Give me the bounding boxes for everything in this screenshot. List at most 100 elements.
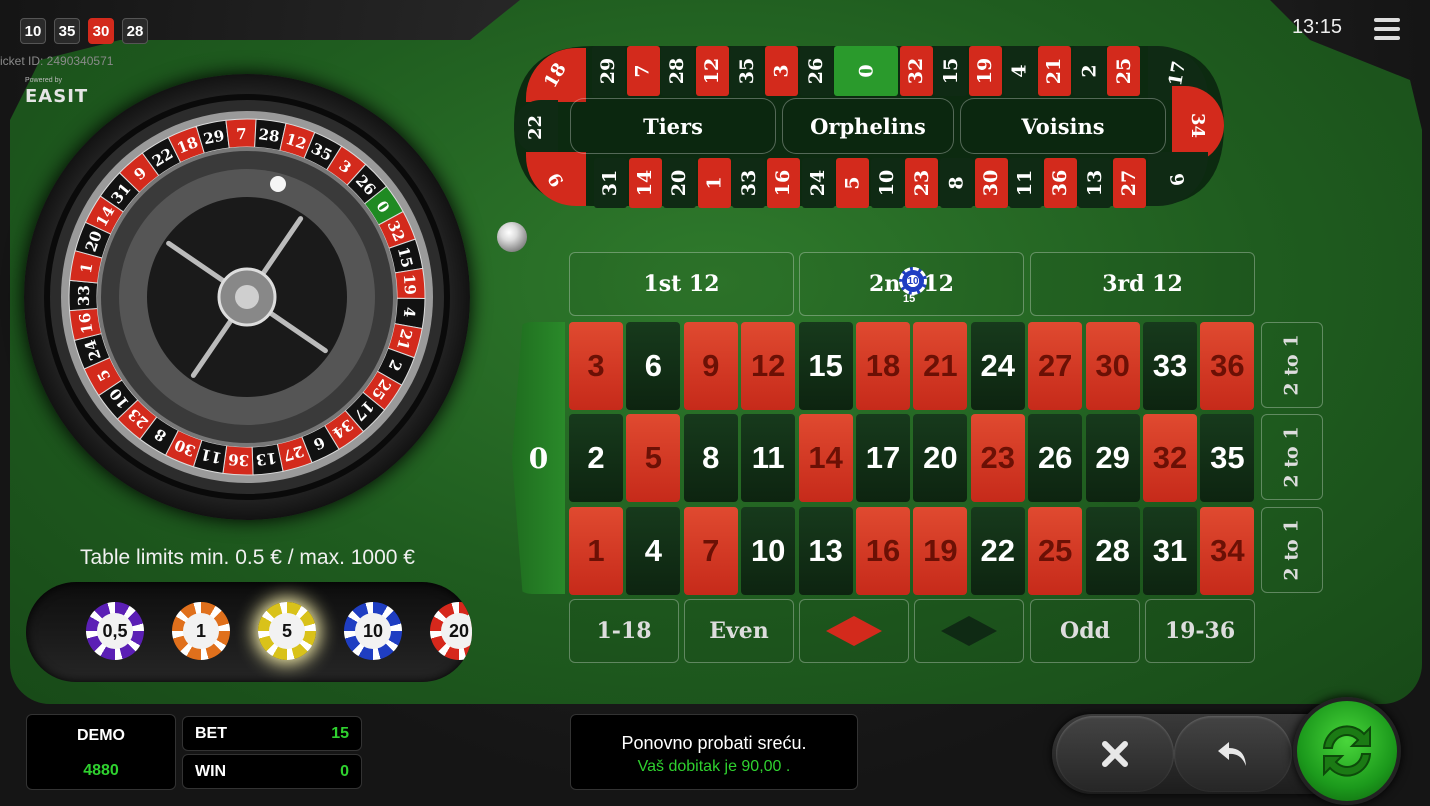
racetrack-number[interactable]: 29 bbox=[592, 46, 625, 96]
number-bet-13[interactable]: 13 bbox=[798, 507, 853, 595]
racetrack-number[interactable]: 23 bbox=[905, 158, 939, 208]
number-bet-31[interactable]: 31 bbox=[1143, 507, 1197, 595]
number-bet-6[interactable]: 6 bbox=[626, 322, 681, 410]
number-bet-33[interactable]: 33 bbox=[1143, 322, 1197, 410]
number-bet-8[interactable]: 8 bbox=[683, 414, 738, 502]
racetrack-number[interactable]: 20 bbox=[663, 158, 697, 208]
column-bet-top[interactable]: 2 to 1 bbox=[1261, 322, 1323, 408]
hamburger-menu-icon[interactable] bbox=[1374, 18, 1400, 40]
column-bet-bottom[interactable]: 2 to 1 bbox=[1261, 507, 1323, 593]
number-bet-4[interactable]: 4 bbox=[626, 507, 681, 595]
racetrack-number[interactable]: 36 bbox=[1043, 158, 1077, 208]
table-limits: Table limits min. 0.5 € / max. 1000 € bbox=[80, 546, 415, 569]
racetrack-number[interactable]: 32 bbox=[899, 46, 933, 96]
racetrack-number[interactable]: 15 bbox=[934, 46, 968, 96]
chip-10[interactable]: 10 bbox=[344, 602, 402, 660]
number-bet-23[interactable]: 23 bbox=[970, 414, 1025, 502]
racetrack-number[interactable]: 13 bbox=[1078, 158, 1112, 208]
racetrack-number[interactable]: 25 bbox=[1107, 46, 1141, 96]
odd-bet[interactable]: Odd bbox=[1030, 599, 1140, 663]
racetrack-number[interactable]: 11 bbox=[1009, 158, 1043, 208]
number-bet-12[interactable]: 12 bbox=[741, 322, 796, 410]
racetrack-number[interactable]: 3 bbox=[765, 46, 798, 96]
message-panel: Ponovno probati sreću. Vaš dobitak je 90… bbox=[570, 714, 858, 790]
racetrack-number[interactable]: 14 bbox=[628, 158, 662, 208]
tiers-bet[interactable]: Tiers bbox=[570, 98, 776, 154]
number-bet-15[interactable]: 15 bbox=[798, 322, 853, 410]
racetrack-number[interactable]: 26 bbox=[799, 46, 833, 96]
number-bet-32[interactable]: 32 bbox=[1143, 414, 1197, 502]
racetrack-number[interactable]: 28 bbox=[661, 46, 695, 96]
undo-button[interactable] bbox=[1174, 716, 1292, 792]
column-bet-middle[interactable]: 2 to 1 bbox=[1261, 414, 1323, 500]
number-bet-30[interactable]: 30 bbox=[1085, 322, 1140, 410]
dozen-bet-3[interactable]: 3rd 12 bbox=[1030, 252, 1255, 316]
racetrack-number[interactable]: 4 bbox=[1003, 46, 1037, 96]
racetrack-number[interactable]: 0 bbox=[834, 46, 899, 96]
wheel-number: 4 bbox=[400, 306, 419, 318]
red-bet[interactable] bbox=[799, 599, 909, 663]
chip-value: 10 bbox=[355, 613, 391, 649]
number-bet-21[interactable]: 21 bbox=[913, 322, 968, 410]
number-bet-35[interactable]: 35 bbox=[1200, 414, 1255, 502]
number-bet-11[interactable]: 11 bbox=[741, 414, 796, 502]
low-bet[interactable]: 1-18 bbox=[569, 599, 679, 663]
racetrack-number[interactable]: 19 bbox=[969, 46, 1002, 96]
number-bet-1[interactable]: 1 bbox=[569, 507, 623, 595]
racetrack-number[interactable]: 5 bbox=[836, 158, 870, 208]
racetrack-number[interactable]: 30 bbox=[974, 158, 1008, 208]
chip-20[interactable]: 20 bbox=[430, 602, 472, 660]
number-bet-29[interactable]: 29 bbox=[1085, 414, 1140, 502]
racetrack-number[interactable]: 35 bbox=[730, 46, 764, 96]
even-bet[interactable]: Even bbox=[684, 599, 794, 663]
number-bet-22[interactable]: 22 bbox=[970, 507, 1025, 595]
number-bet-10[interactable]: 10 bbox=[741, 507, 796, 595]
number-bet-24[interactable]: 24 bbox=[970, 322, 1025, 410]
orphelins-bet[interactable]: Orphelins bbox=[782, 98, 954, 154]
racetrack-number[interactable]: 27 bbox=[1113, 158, 1146, 208]
number-bet-34[interactable]: 34 bbox=[1200, 507, 1255, 595]
racetrack-number[interactable]: 2 bbox=[1072, 46, 1106, 96]
racetrack-number[interactable]: 8 bbox=[940, 158, 973, 208]
number-bet-18[interactable]: 18 bbox=[856, 322, 910, 410]
racetrack-number[interactable]: 1 bbox=[697, 158, 731, 208]
number-bet-16[interactable]: 16 bbox=[856, 507, 910, 595]
number-bet-26[interactable]: 26 bbox=[1028, 414, 1083, 502]
number-bet-14[interactable]: 14 bbox=[798, 414, 853, 502]
chip-0-5[interactable]: 0,5 bbox=[86, 602, 144, 660]
spin-button[interactable] bbox=[1293, 697, 1401, 805]
result-history: 10 35 30 28 bbox=[20, 18, 148, 44]
racetrack-number[interactable]: 21 bbox=[1038, 46, 1072, 96]
bet-label: BET bbox=[195, 724, 227, 742]
racetrack-number[interactable]: 31 bbox=[594, 158, 627, 208]
number-bet-36[interactable]: 36 bbox=[1200, 322, 1255, 410]
number-bet-2[interactable]: 2 bbox=[569, 414, 623, 502]
number-bet-3[interactable]: 3 bbox=[569, 322, 623, 410]
racetrack-number[interactable]: 33 bbox=[732, 158, 766, 208]
racetrack-number[interactable]: 24 bbox=[801, 158, 835, 208]
chip-1[interactable]: 1 bbox=[172, 602, 230, 660]
racetrack-number[interactable]: 10 bbox=[870, 158, 904, 208]
chip-value: 20 bbox=[441, 613, 472, 649]
number-bet-25[interactable]: 25 bbox=[1028, 507, 1083, 595]
high-bet[interactable]: 19-36 bbox=[1145, 599, 1255, 663]
number-bet-27[interactable]: 27 bbox=[1028, 322, 1083, 410]
clear-bets-button[interactable] bbox=[1056, 716, 1174, 792]
racetrack-number[interactable]: 7 bbox=[626, 46, 660, 96]
number-bet-20[interactable]: 20 bbox=[913, 414, 968, 502]
placed-chip[interactable]: 10 bbox=[899, 267, 927, 295]
voisins-bet[interactable]: Voisins bbox=[960, 98, 1166, 154]
number-bet-28[interactable]: 28 bbox=[1085, 507, 1140, 595]
racetrack-number[interactable]: 16 bbox=[767, 158, 800, 208]
number-bet-19[interactable]: 19 bbox=[913, 507, 968, 595]
chip-5[interactable]: 5 bbox=[258, 602, 316, 660]
number-bet-5[interactable]: 5 bbox=[626, 414, 681, 502]
racetrack-number[interactable]: 12 bbox=[695, 46, 729, 96]
dozen-bet-1[interactable]: 1st 12 bbox=[569, 252, 794, 316]
zero-bet[interactable]: 0 bbox=[512, 322, 565, 594]
number-bet-7[interactable]: 7 bbox=[683, 507, 738, 595]
black-bet[interactable] bbox=[914, 599, 1024, 663]
number-bet-9[interactable]: 9 bbox=[683, 322, 738, 410]
number-bet-17[interactable]: 17 bbox=[856, 414, 910, 502]
ball-indicator bbox=[497, 222, 527, 252]
